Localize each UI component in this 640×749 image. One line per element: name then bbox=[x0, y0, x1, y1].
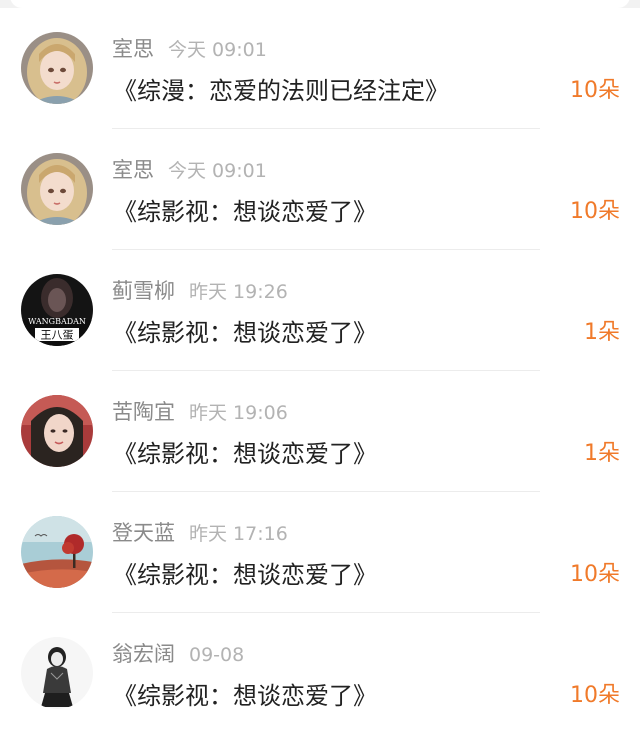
flower-count: 10朵 bbox=[570, 562, 620, 587]
list-item[interactable]: 登天蓝 昨天 17:16 《综影视：想谈恋爱了》 10朵 bbox=[0, 492, 640, 613]
avatar[interactable] bbox=[21, 516, 93, 588]
book-title[interactable]: 《综影视：想谈恋爱了》 bbox=[113, 556, 377, 594]
username[interactable]: 蓟雪柳 bbox=[112, 279, 175, 303]
timestamp: 昨天 17:16 bbox=[189, 523, 288, 545]
flower-count: 1朵 bbox=[584, 320, 620, 345]
flower-count: 10朵 bbox=[570, 199, 620, 224]
book-title[interactable]: 《综影视：想谈恋爱了》 bbox=[113, 314, 377, 352]
avatar[interactable]: WANGBADAN 王八蛋 bbox=[21, 274, 93, 346]
timestamp: 昨天 19:26 bbox=[189, 281, 288, 303]
book-title[interactable]: 《综影视：想谈恋爱了》 bbox=[113, 435, 377, 473]
anime-girl-avatar-icon bbox=[21, 153, 93, 225]
gift-meta: 室思 今天 09:01 bbox=[112, 34, 267, 64]
list-item[interactable]: WANGBADAN 王八蛋 蓟雪柳 昨天 19:26 《综影视：想谈恋爱了》 1朵 bbox=[0, 250, 640, 371]
list-item[interactable]: 苦陶宜 昨天 19:06 《综影视：想谈恋爱了》 1朵 bbox=[0, 371, 640, 492]
username[interactable]: 翁宏阔 bbox=[112, 642, 175, 666]
list-item[interactable]: 室思 今天 09:01 《综影视：想谈恋爱了》 10朵 bbox=[0, 129, 640, 250]
username[interactable]: 室思 bbox=[112, 158, 154, 182]
autumn-tree-avatar-icon bbox=[21, 516, 93, 588]
book-title[interactable]: 《综影视：想谈恋爱了》 bbox=[113, 193, 377, 231]
gift-meta: 登天蓝 昨天 17:16 bbox=[112, 518, 288, 548]
timestamp: 今天 09:01 bbox=[168, 160, 267, 182]
gift-meta: 室思 今天 09:01 bbox=[112, 155, 267, 185]
flower-count: 10朵 bbox=[570, 683, 620, 708]
avatar[interactable] bbox=[21, 637, 93, 709]
avatar-text: WANGBADAN bbox=[28, 317, 86, 326]
gift-meta: 苦陶宜 昨天 19:06 bbox=[112, 397, 288, 427]
username[interactable]: 室思 bbox=[112, 37, 154, 61]
username[interactable]: 苦陶宜 bbox=[112, 400, 175, 424]
flower-count: 10朵 bbox=[570, 78, 620, 103]
gift-meta: 蓟雪柳 昨天 19:26 bbox=[112, 276, 288, 306]
sketch-girl-avatar-icon bbox=[21, 637, 93, 709]
avatar-text: 王八蛋 bbox=[41, 329, 74, 342]
flower-gift-list: 室思 今天 09:01 《综漫：恋爱的法则已经注定》 10朵 室思 今天 09:01… bbox=[0, 8, 640, 749]
avatar[interactable] bbox=[21, 395, 93, 467]
flower-count: 1朵 bbox=[584, 441, 620, 466]
avatar[interactable] bbox=[21, 32, 93, 104]
list-item[interactable]: 室思 今天 09:01 《综漫：恋爱的法则已经注定》 10朵 bbox=[0, 8, 640, 129]
top-card-edge bbox=[10, 0, 630, 8]
avatar[interactable] bbox=[21, 153, 93, 225]
anime-girl-avatar-icon bbox=[21, 32, 93, 104]
book-title[interactable]: 《综影视：想谈恋爱了》 bbox=[113, 677, 377, 715]
gift-meta: 翁宏阔 09-08 bbox=[112, 639, 244, 669]
dark-portrait-avatar-icon: WANGBADAN 王八蛋 bbox=[21, 274, 93, 346]
woman-portrait-avatar-icon bbox=[21, 395, 93, 467]
timestamp: 09-08 bbox=[189, 644, 245, 666]
timestamp: 今天 09:01 bbox=[168, 39, 267, 61]
book-title[interactable]: 《综漫：恋爱的法则已经注定》 bbox=[113, 72, 449, 110]
username[interactable]: 登天蓝 bbox=[112, 521, 175, 545]
list-item[interactable]: 翁宏阔 09-08 《综影视：想谈恋爱了》 10朵 bbox=[0, 613, 640, 734]
timestamp: 昨天 19:06 bbox=[189, 402, 288, 424]
